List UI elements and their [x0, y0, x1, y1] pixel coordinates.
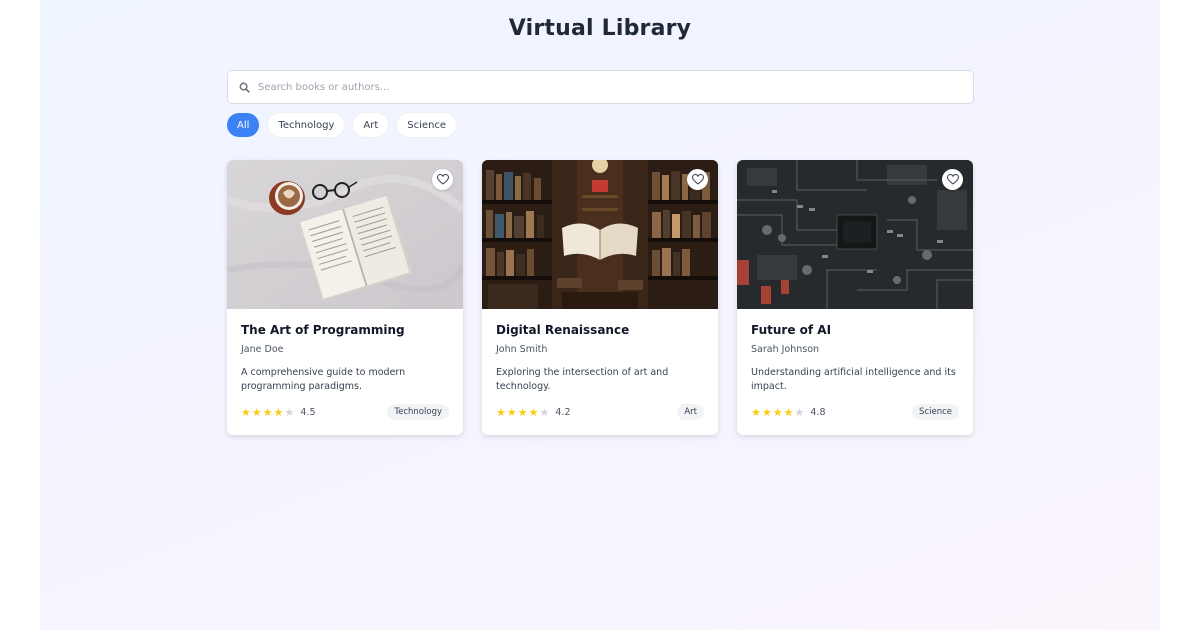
- star-icon: ★: [506, 405, 517, 419]
- star-icon: ★: [496, 405, 506, 419]
- star-icon: ★: [251, 405, 262, 419]
- book-card[interactable]: The Art of Programming Jane Doe A compre…: [227, 160, 463, 435]
- book-title[interactable]: The Art of Programming: [241, 323, 449, 337]
- star-icon: ★: [751, 405, 761, 419]
- search-input[interactable]: [258, 71, 973, 103]
- favorite-heart-icon[interactable]: [942, 169, 963, 190]
- star-icon: ★: [772, 405, 783, 419]
- category-filters: All Technology Art Science: [227, 113, 457, 137]
- book-description: Exploring the intersection of art and te…: [496, 367, 669, 392]
- star-icon: ★: [539, 405, 550, 419]
- book-cover-image: [482, 160, 718, 309]
- filter-technology[interactable]: Technology: [268, 113, 345, 137]
- rating-value: 4.2: [555, 406, 571, 418]
- category-tag: Technology: [387, 404, 449, 420]
- page-background: Virtual Library All Technology Art Scien…: [40, 0, 1160, 630]
- book-author: Sarah Johnson: [751, 344, 820, 355]
- search-bar[interactable]: [227, 70, 974, 104]
- favorite-heart-icon[interactable]: [687, 169, 708, 190]
- book-grid: The Art of Programming Jane Doe A compre…: [227, 160, 973, 435]
- star-icon: ★: [241, 405, 251, 419]
- star-rating: ★ ★ ★ ★ ★ 4.2: [496, 407, 570, 418]
- filter-all[interactable]: All: [227, 113, 260, 137]
- book-description: Understanding artificial intelligence an…: [751, 367, 956, 392]
- book-description: A comprehensive guide to modern programm…: [241, 367, 406, 392]
- filter-science[interactable]: Science: [397, 113, 457, 137]
- book-author: John Smith: [496, 344, 548, 355]
- filter-art[interactable]: Art: [353, 113, 389, 137]
- book-author: Jane Doe: [241, 344, 284, 355]
- star-icon: ★: [273, 405, 284, 419]
- book-title[interactable]: Digital Renaissance: [496, 323, 704, 337]
- search-icon: [230, 82, 258, 93]
- star-icon: ★: [761, 405, 772, 419]
- book-card[interactable]: Future of AI Sarah Johnson Understanding…: [737, 160, 973, 435]
- book-title[interactable]: Future of AI: [751, 323, 959, 337]
- star-icon: ★: [284, 405, 295, 419]
- rating-value: 4.5: [300, 406, 316, 418]
- book-cover-image: [737, 160, 973, 309]
- star-rating: ★ ★ ★ ★ ★ 4.5: [241, 407, 315, 418]
- star-icon: ★: [517, 405, 528, 419]
- star-icon: ★: [262, 405, 273, 419]
- rating-value: 4.8: [810, 406, 826, 418]
- book-cover-image: [227, 160, 463, 309]
- page-title: Virtual Library: [508, 16, 692, 41]
- book-card[interactable]: Digital Renaissance John Smith Exploring…: [482, 160, 718, 435]
- star-rating: ★ ★ ★ ★ ★ 4.8: [751, 407, 825, 418]
- star-icon: ★: [783, 405, 794, 419]
- category-tag: Art: [677, 404, 704, 420]
- category-tag: Science: [912, 404, 959, 420]
- star-icon: ★: [794, 405, 805, 419]
- star-icon: ★: [528, 405, 539, 419]
- favorite-heart-icon[interactable]: [432, 169, 453, 190]
